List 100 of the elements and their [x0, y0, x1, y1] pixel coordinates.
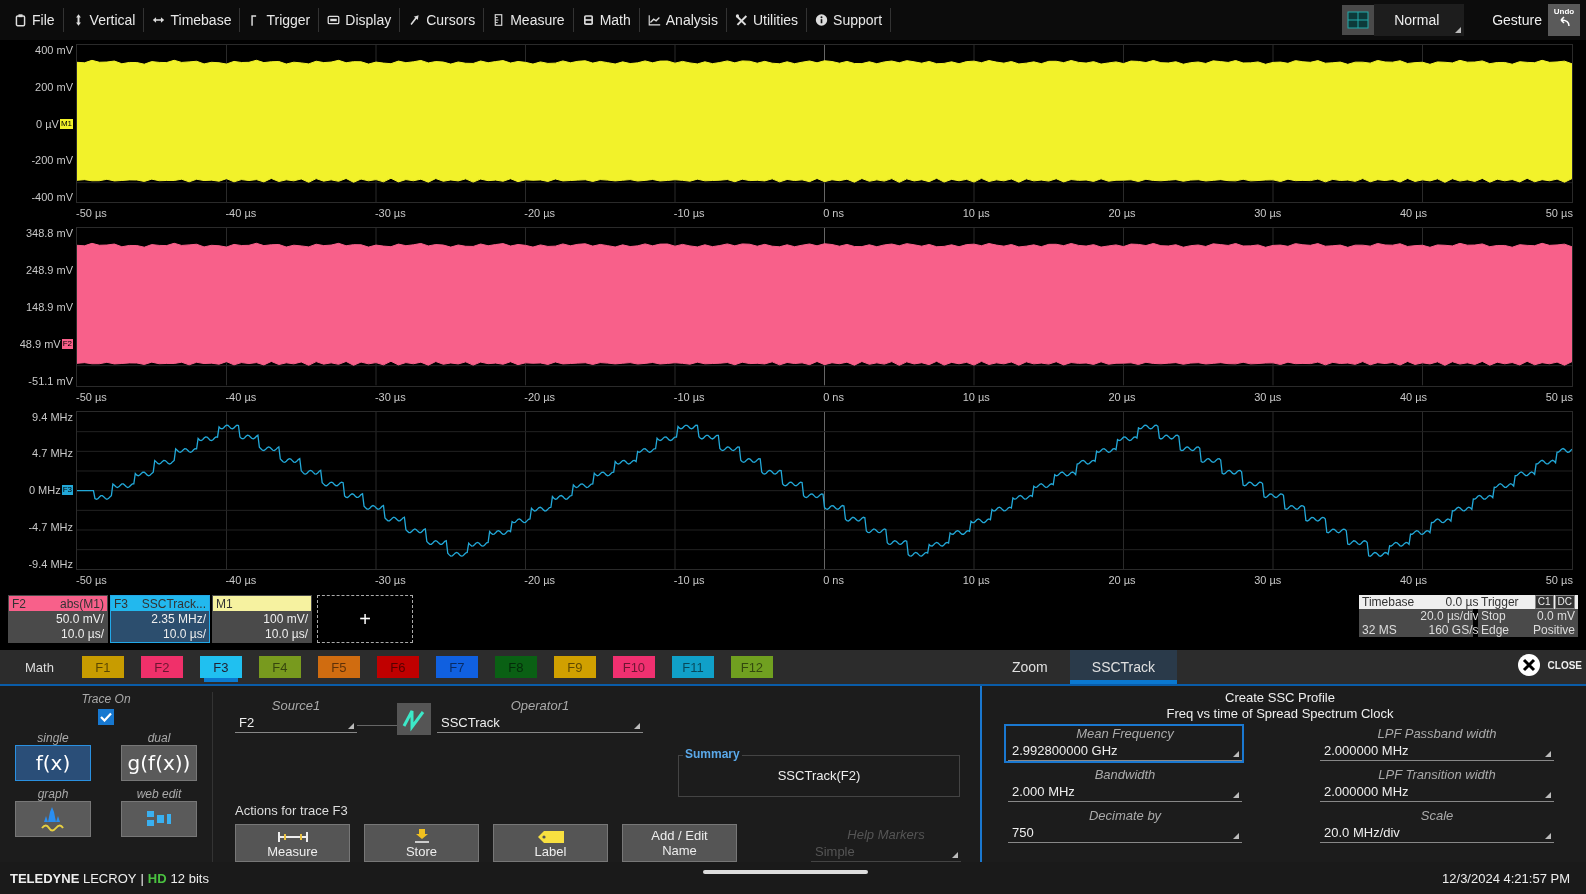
function-tab[interactable]: F9	[553, 656, 596, 678]
download-icon	[412, 828, 431, 844]
menu-item[interactable]: Trigger	[240, 8, 320, 32]
axis-label: 200 mV	[35, 80, 73, 93]
display-mode-dropdown[interactable]: Normal	[1374, 4, 1465, 36]
graph-button[interactable]	[15, 801, 91, 837]
axis-label: -9.4 MHz	[28, 557, 73, 570]
trace-tag: M1	[59, 118, 73, 129]
axis-label: -200 mV	[31, 154, 73, 167]
parameter-field[interactable]: Mean Frequency 2.992800000 GHz	[1004, 724, 1244, 763]
mode-label: graph	[37, 787, 69, 801]
time-scale: 10.0 µs/	[163, 627, 206, 642]
trace-name: F2	[12, 596, 26, 611]
measure-button[interactable]: Measure	[235, 824, 350, 862]
mode-button[interactable]: f(x)	[15, 745, 91, 781]
parameter-field[interactable]: Decimate by 750	[1004, 806, 1244, 845]
actions-label: Actions for trace F3	[235, 803, 349, 818]
grid-layout-button[interactable]	[1342, 5, 1375, 35]
label-button[interactable]: Label	[493, 824, 608, 862]
operator-dropdown[interactable]: SSCTrack	[437, 713, 643, 733]
axis-label: -40 µs	[225, 390, 257, 403]
axis-label: -20 µs	[524, 574, 556, 586]
field-value: 2.000000 MHz	[1320, 741, 1554, 761]
axis-label: -20 µs	[524, 390, 556, 403]
trigger-panel[interactable]: Trigger C1 DC Stop 0.0 mV Edge Positive	[1478, 595, 1578, 637]
menu-item[interactable]: Utilities	[726, 8, 808, 32]
axis-label: 0 ns	[823, 207, 844, 220]
source-dropdown[interactable]: F2	[235, 713, 357, 733]
trigger-slope: Positive	[1531, 623, 1576, 637]
field-label: Scale	[1419, 808, 1455, 823]
axis-label: 148.9 mV	[25, 301, 73, 313]
store-button[interactable]: Store	[364, 824, 479, 862]
menu-item[interactable]: Display	[319, 8, 401, 32]
axis-label: 40 µs	[1399, 574, 1428, 586]
graph-icon	[39, 806, 67, 832]
trace-descriptor[interactable]: F3 SSCTrack... 2.35 MHz/ 10.0 µs/	[110, 595, 210, 643]
axis-label: -30 µs	[374, 207, 406, 220]
axis-label: 48.9 mV	[19, 337, 61, 350]
web-edit-button[interactable]	[121, 801, 197, 837]
axis-label: 50 µs	[1545, 574, 1573, 586]
handle-bar[interactable]	[703, 870, 868, 874]
menu-item[interactable]: Math	[573, 8, 640, 32]
hd-label: HD	[147, 870, 167, 886]
axis-label: -20 µs	[524, 207, 556, 220]
parameter-field[interactable]: Bandwidth 2.000 MHz	[1004, 765, 1244, 804]
vertical-scale: 2.35 MHz/	[151, 611, 206, 626]
undo-button[interactable]: Undo	[1548, 4, 1580, 36]
dialog-tab[interactable]: Zoom	[990, 650, 1070, 684]
axis-label: -30 µs	[374, 574, 406, 586]
field-label: Help Markers	[846, 827, 926, 842]
ramp-wave-icon[interactable]	[397, 703, 431, 735]
edit-name-button[interactable]: Add / Edit Name	[622, 824, 737, 862]
menu-item[interactable]: Cursors	[400, 8, 485, 32]
field-label: Bandwidth	[1093, 767, 1157, 782]
gesture-label: Gesture	[1492, 12, 1542, 28]
menu-item[interactable]: Analysis	[639, 8, 727, 32]
axis-label: 10 µs	[962, 574, 990, 586]
math-label: Math	[25, 659, 54, 675]
timebase-scale: 20.0 µs/div	[1419, 609, 1480, 623]
axis-label: 40 µs	[1399, 207, 1428, 220]
menu-item[interactable]: Support	[807, 8, 892, 32]
close-button[interactable]: CLOSE	[1516, 653, 1582, 677]
menu-item[interactable]: Measure	[484, 8, 574, 32]
separator: |	[140, 870, 144, 886]
axis-label: 10 µs	[962, 390, 990, 403]
axis-label: 20 µs	[1108, 390, 1136, 403]
function-tab[interactable]: F1	[81, 656, 124, 678]
field-label: Source1	[270, 698, 322, 713]
time-scale: 10.0 µs/	[265, 627, 308, 642]
axis-label: 30 µs	[1254, 207, 1282, 220]
field-value: 2.000000 MHz	[1320, 782, 1554, 802]
field-value: 750	[1008, 823, 1242, 843]
field-value: 2.992800000 GHz	[1008, 741, 1242, 761]
trace-on-checkbox[interactable]	[98, 709, 114, 725]
trigger-title: Trigger	[1478, 595, 1526, 609]
axis-label: -10 µs	[673, 574, 705, 586]
parameter-field[interactable]: LPF Transition width 2.000000 MHz	[1316, 765, 1556, 804]
menu-item[interactable]: File	[6, 8, 64, 32]
trace-descriptor[interactable]: F2 abs(M1) 50.0 mV/ 10.0 µs/	[8, 595, 108, 643]
dialog-tab[interactable]: SSCTrack	[1069, 650, 1178, 684]
axis-label: 348.8 mV	[25, 227, 73, 240]
axis-label: -50 µs	[76, 207, 107, 220]
axis-label: -400 mV	[31, 191, 73, 204]
axis-label: -50 µs	[76, 390, 107, 403]
dialog-subtitle: Freq vs time of Spread Spectrum Clock	[1166, 706, 1394, 722]
axis-label: 9.4 MHz	[32, 410, 73, 423]
menu-item[interactable]: Timebase	[144, 8, 241, 32]
parameter-field[interactable]: LPF Passband width 2.000000 MHz	[1316, 724, 1556, 763]
parameter-field[interactable]: Scale 20.0 MHz/div	[1316, 806, 1556, 845]
field-value: 20.0 MHz/div	[1320, 823, 1554, 843]
trace-name: F3	[114, 596, 128, 611]
brand-logo: TELEDYNE LECROY	[10, 870, 137, 886]
trace-descriptor[interactable]: M1 100 mV/ 10.0 µs/	[212, 595, 312, 643]
mode-button[interactable]: g(f(x))	[121, 745, 197, 781]
field-label: Mean Frequency	[1075, 726, 1175, 741]
info-icon	[815, 13, 829, 27]
trigger-mode: Stop	[1480, 609, 1507, 623]
date-time: 12/3/2024 4:21:57 PM	[1442, 870, 1570, 886]
add-trace-button[interactable]: +	[317, 595, 413, 643]
menu-item[interactable]: Vertical	[63, 8, 145, 32]
